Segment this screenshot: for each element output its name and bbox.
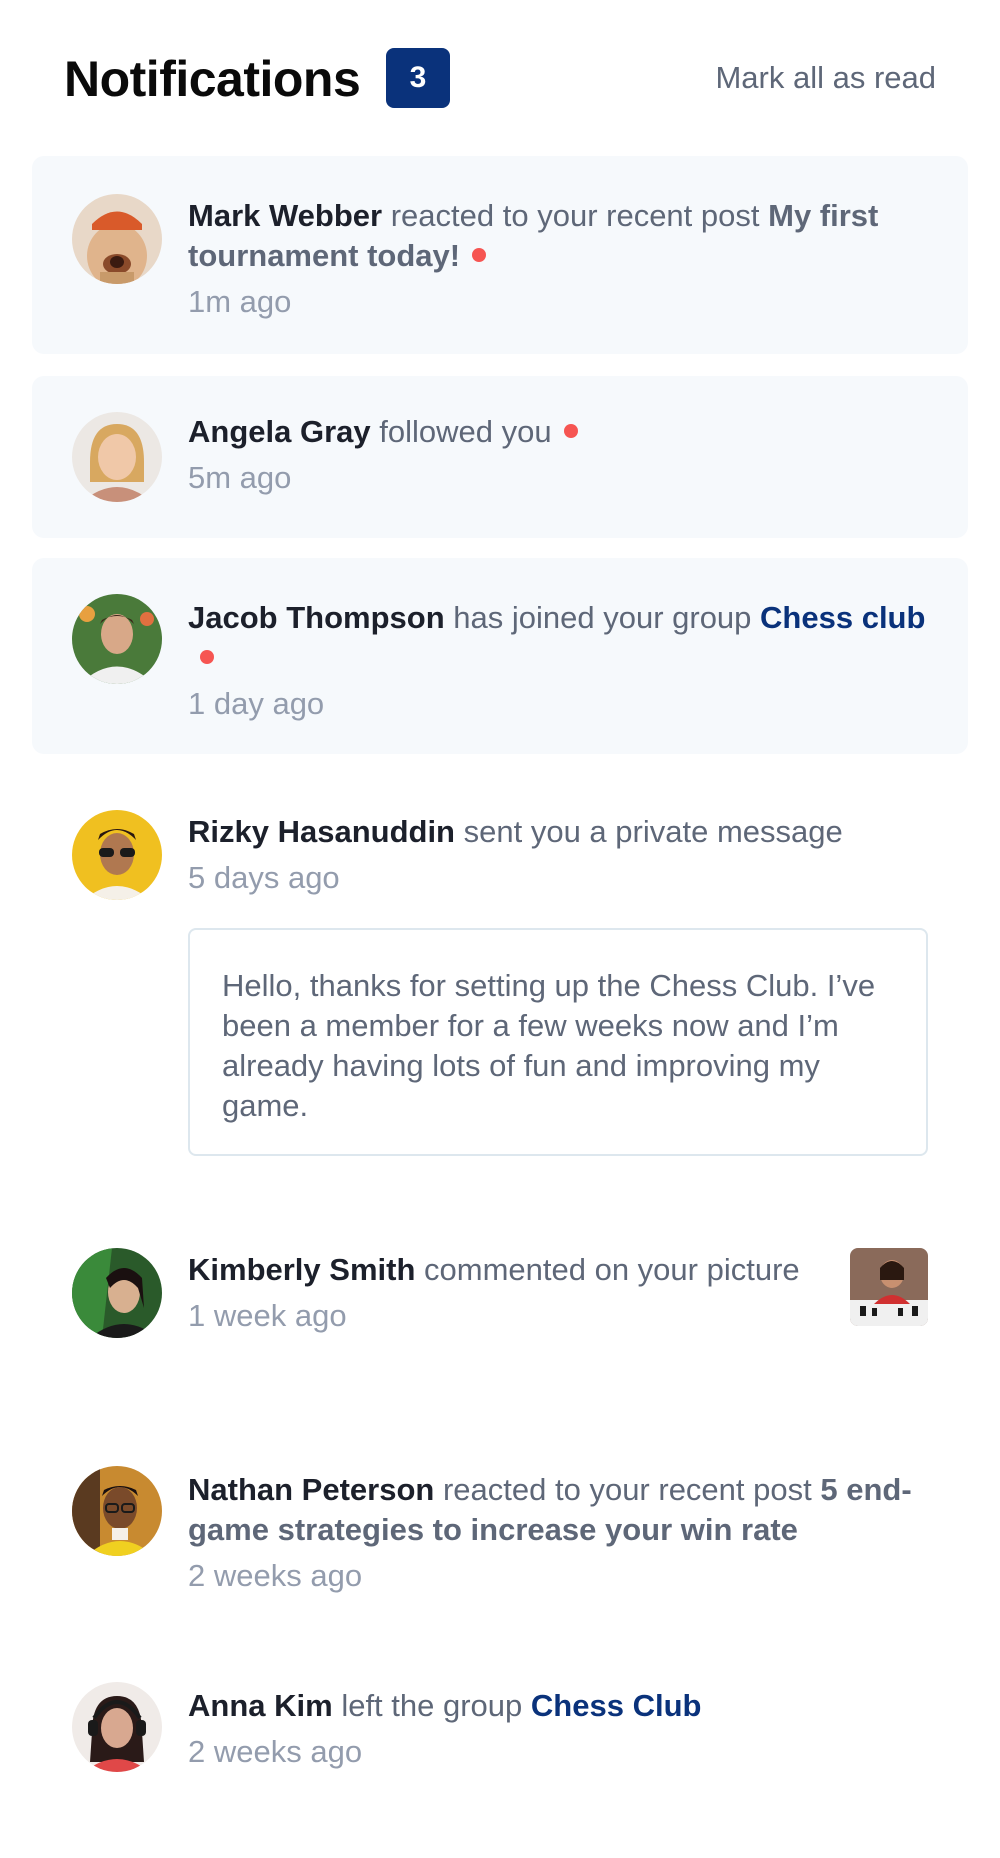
notifications-page: Notifications 3 Mark all as read Mark We… [0,0,1000,1858]
notification-content: Angela Gray followed you 5m ago [188,412,928,498]
notification-time: 2 weeks ago [188,1734,363,1769]
private-message-preview[interactable]: Hello, thanks for setting up the Chess C… [188,928,928,1156]
notification-content: Mark Webber reacted to your recent post … [188,196,928,322]
notification-user-name[interactable]: Nathan Peterson [188,1472,434,1507]
notification-item[interactable]: Rizky Hasanuddin sent you a private mess… [32,776,968,1176]
notification-content: Kimberly Smith commented on your picture… [188,1250,828,1336]
notifications-header: Notifications 3 Mark all as read [32,0,968,156]
avatar-nathan-peterson[interactable] [72,1466,162,1556]
notification-user-name[interactable]: Angela Gray [188,414,371,449]
notification-content: Jacob Thompson has joined your group Che… [188,598,928,724]
unread-count-badge: 3 [386,48,450,108]
notification-item[interactable]: Anna Kim left the group Chess Club 2 wee… [32,1650,968,1810]
notification-content: Nathan Peterson reacted to your recent p… [188,1470,928,1596]
notification-action: commented on your picture [424,1252,800,1287]
avatar-anna-kim[interactable] [72,1682,162,1772]
notification-target[interactable]: Chess Club [531,1688,702,1723]
notification-time: 1m ago [188,284,292,319]
notification-action: followed you [379,414,552,449]
notification-time: 5m ago [188,460,292,495]
notification-action: left the group [341,1688,523,1723]
notification-action: sent you a private message [463,814,843,849]
chess-picture-thumbnail[interactable] [850,1248,928,1326]
notification-item[interactable]: Mark Webber reacted to your recent post … [32,156,968,354]
notification-time: 1 week ago [188,1298,347,1333]
page-title: Notifications [64,51,361,107]
notification-item[interactable]: Angela Gray followed you 5m ago [32,376,968,538]
unread-dot-icon [563,423,578,438]
avatar-jacob-thompson[interactable] [72,594,162,684]
notification-target[interactable]: Chess club [760,600,925,635]
notification-user-name[interactable]: Mark Webber [188,198,382,233]
notification-content: Anna Kim left the group Chess Club 2 wee… [188,1686,928,1772]
notification-user-name[interactable]: Jacob Thompson [188,600,445,635]
avatar-kimberly-smith[interactable] [72,1248,162,1338]
avatar-rizky-hasanuddin[interactable] [72,810,162,900]
notification-content: Rizky Hasanuddin sent you a private mess… [188,812,928,898]
notification-time: 1 day ago [188,686,325,721]
unread-dot-icon [200,649,214,664]
notification-time: 5 days ago [188,860,340,895]
notification-item[interactable]: Kimberly Smith commented on your picture… [32,1210,968,1406]
notification-user-name[interactable]: Kimberly Smith [188,1252,415,1287]
notification-user-name[interactable]: Anna Kim [188,1688,333,1723]
notification-user-name[interactable]: Rizky Hasanuddin [188,814,455,849]
notification-item[interactable]: Jacob Thompson has joined your group Che… [32,558,968,754]
avatar-mark-webber[interactable] [72,194,162,284]
notification-time: 2 weeks ago [188,1558,363,1593]
mark-all-as-read-button[interactable]: Mark all as read [715,60,936,96]
notification-action: reacted to your recent post [390,198,760,233]
avatar-angela-gray[interactable] [72,412,162,502]
notification-item[interactable]: Nathan Peterson reacted to your recent p… [32,1430,968,1626]
unread-dot-icon [472,247,487,262]
notification-action: has joined your group [453,600,752,635]
notification-action: reacted to your recent post [442,1472,812,1507]
